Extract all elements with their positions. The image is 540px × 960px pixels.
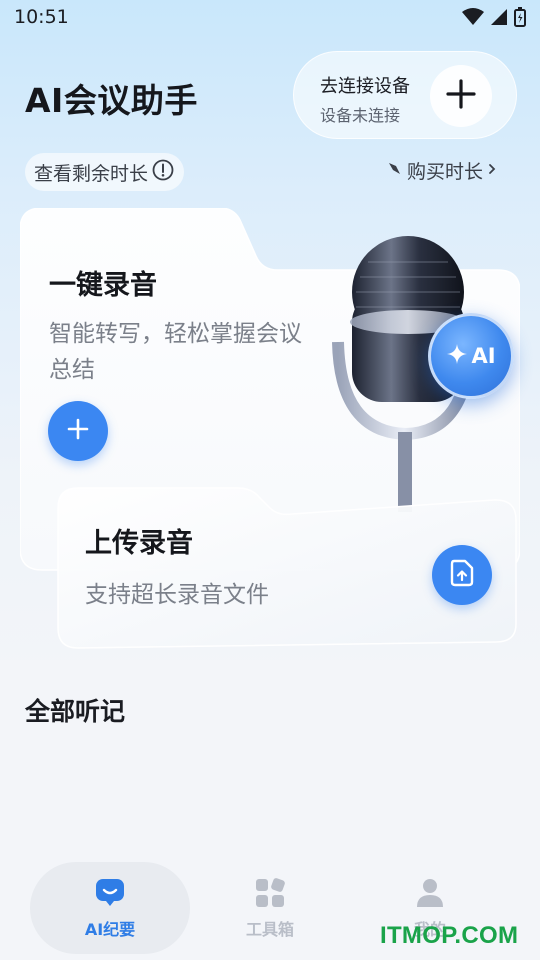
plus-icon xyxy=(446,79,476,113)
info-icon xyxy=(152,159,174,185)
upload-description: 支持超长录音文件 xyxy=(85,582,269,608)
sparkle-icon xyxy=(387,161,403,181)
battery-icon xyxy=(514,7,526,31)
signal-icon xyxy=(490,8,508,30)
all-notes-title: 全部听记 xyxy=(25,697,126,726)
connect-device-button[interactable]: 去连接设备 设备未连接 xyxy=(293,51,517,139)
start-recording-button[interactable] xyxy=(48,401,108,461)
screen: 10:51 AI会议助手 去连接设备 设备未连接 查看剩余时长 购买时长 一键录… xyxy=(0,0,540,960)
wifi-icon xyxy=(462,8,484,30)
nav-toolbox[interactable]: 工具箱 xyxy=(190,862,350,954)
ai-summary-icon xyxy=(93,876,127,910)
status-icons xyxy=(462,7,526,31)
remaining-time-chip[interactable]: 查看剩余时长 xyxy=(25,153,185,191)
profile-icon xyxy=(413,876,447,910)
status-time: 10:51 xyxy=(14,6,69,28)
device-title: 去连接设备 xyxy=(320,76,410,97)
toolbox-icon xyxy=(253,876,287,910)
app-title: AI会议助手 xyxy=(25,81,198,120)
record-description: 智能转写，轻松掌握会议总结 xyxy=(49,321,302,383)
nav-ai-summary[interactable]: AI纪要 xyxy=(30,862,190,954)
chevron-right-icon xyxy=(487,161,497,180)
record-title: 一键录音 xyxy=(49,270,157,301)
buy-time-link[interactable]: 购买时长 xyxy=(387,157,497,184)
plus-icon xyxy=(66,417,90,445)
ai-badge: AI xyxy=(428,313,514,399)
upload-file-icon xyxy=(447,558,477,592)
device-status: 设备未连接 xyxy=(320,106,401,125)
nav-ai-summary-label: AI纪要 xyxy=(84,920,136,939)
watermark: ITMOP.COM xyxy=(380,922,519,949)
status-bar: 10:51 xyxy=(0,0,540,36)
upload-file-button[interactable] xyxy=(432,545,492,605)
sparkle-icon xyxy=(446,343,468,369)
upload-title: 上传录音 xyxy=(85,528,193,559)
add-device-button[interactable] xyxy=(430,65,492,127)
ai-badge-label: AI xyxy=(471,344,496,368)
remaining-time-label: 查看剩余时长 xyxy=(34,162,149,185)
buy-time-label: 购买时长 xyxy=(407,161,484,183)
nav-toolbox-label: 工具箱 xyxy=(245,920,294,939)
